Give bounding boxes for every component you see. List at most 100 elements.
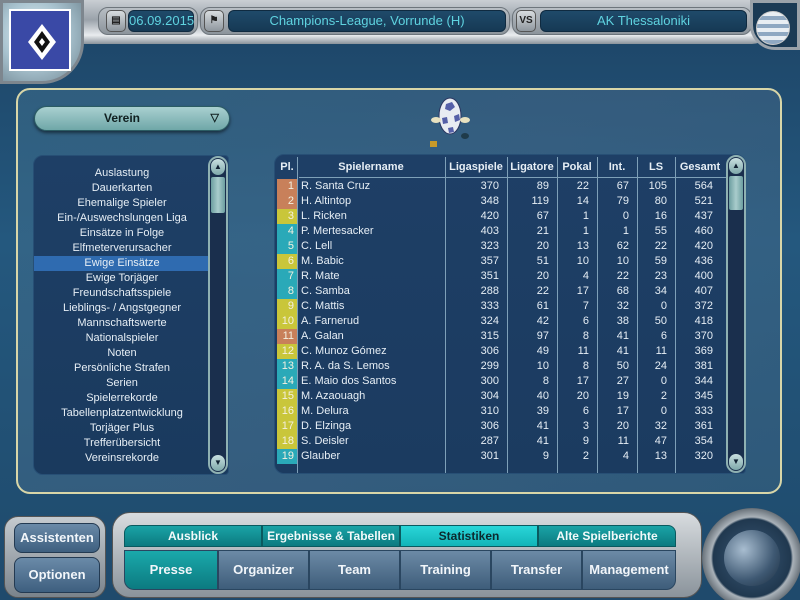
stats-list-item[interactable]: Dauerkarten bbox=[34, 181, 210, 196]
list-scrollbar[interactable]: ▲ ▼ bbox=[208, 156, 228, 474]
table-scroll-down-button[interactable]: ▼ bbox=[729, 454, 743, 470]
options-button[interactable]: Optionen bbox=[14, 557, 100, 593]
subtab-statistiken[interactable]: Statistiken bbox=[400, 525, 538, 547]
stat-cell-gesamt: 564 bbox=[694, 180, 713, 192]
stat-cell-liga: 315 bbox=[480, 330, 499, 342]
position-cell: 14 bbox=[277, 374, 297, 389]
stat-cell-ls: 80 bbox=[654, 195, 667, 207]
stats-list-item[interactable]: Ewige Torjäger bbox=[34, 271, 210, 286]
stats-list-item[interactable]: Freundschaftsspiele bbox=[34, 286, 210, 301]
subtab-alte-spielberichte[interactable]: Alte Spielberichte bbox=[538, 525, 676, 547]
header-col-name[interactable]: Spielername bbox=[297, 157, 445, 177]
stat-cell-tore: 8 bbox=[542, 375, 549, 387]
subtab-ausblick[interactable]: Ausblick bbox=[124, 525, 262, 547]
table-row[interactable]: 4 P. Mertesacker 403 21 1 1 55 460 bbox=[275, 224, 725, 239]
stats-list-item[interactable]: Vereinsrekorde bbox=[34, 451, 210, 466]
table-scrollbar[interactable]: ▲ ▼ bbox=[726, 155, 746, 473]
stat-cell-liga: 370 bbox=[480, 180, 499, 192]
table-row[interactable]: 9 C. Mattis 333 61 7 32 0 372 bbox=[275, 299, 725, 314]
table-row[interactable]: 15 M. Azaouagh 304 40 20 19 2 345 bbox=[275, 389, 725, 404]
table-row[interactable]: 14 E. Maio dos Santos 300 8 17 27 0 344 bbox=[275, 374, 725, 389]
tab-organizer[interactable]: Organizer bbox=[218, 550, 309, 590]
stat-cell-ls: 50 bbox=[654, 315, 667, 327]
club-crest-frame[interactable] bbox=[0, 0, 84, 84]
table-row[interactable]: 7 R. Mate 351 20 4 22 23 400 bbox=[275, 269, 725, 284]
position-cell: 16 bbox=[277, 404, 297, 419]
table-row[interactable]: 1 R. Santa Cruz 370 89 22 67 105 564 bbox=[275, 179, 725, 194]
scroll-up-button[interactable]: ▲ bbox=[211, 159, 225, 175]
stat-cell-gesamt: 407 bbox=[694, 285, 713, 297]
chevron-down-icon: ▽ bbox=[210, 112, 219, 124]
stats-list-item[interactable]: Ewige Einsätze bbox=[34, 256, 210, 271]
stat-cell-ls: 47 bbox=[654, 435, 667, 447]
category-dropdown[interactable]: Verein ▽ bbox=[34, 106, 230, 131]
list-scroll-thumb[interactable] bbox=[211, 177, 225, 213]
mascot-ball-icon bbox=[430, 97, 470, 147]
table-row[interactable]: 6 M. Babic 357 51 10 10 59 436 bbox=[275, 254, 725, 269]
stat-cell-liga: 403 bbox=[480, 225, 499, 237]
header-col-ligaspiele[interactable]: Ligaspiele bbox=[445, 157, 507, 177]
table-row[interactable]: 11 A. Galan 315 97 8 41 6 370 bbox=[275, 329, 725, 344]
header-col-int[interactable]: Int. bbox=[597, 157, 637, 177]
table-row[interactable]: 17 D. Elzinga 306 41 3 20 32 361 bbox=[275, 419, 725, 434]
statistics-list[interactable]: Auslastung Dauerkarten Ehemalige Spieler Ei… bbox=[33, 155, 229, 475]
stats-list-item[interactable]: Elfmeterverursacher bbox=[34, 241, 210, 256]
stats-list-item[interactable]: Lieblings- / Angstgegner bbox=[34, 301, 210, 316]
header-col-pokal[interactable]: Pokal bbox=[557, 157, 597, 177]
tab-training[interactable]: Training bbox=[400, 550, 491, 590]
soccer-ball-button[interactable] bbox=[702, 508, 800, 600]
table-row[interactable]: 3 L. Ricken 420 67 1 0 16 437 bbox=[275, 209, 725, 224]
tab-management[interactable]: Management bbox=[582, 550, 676, 590]
stat-cell-ls: 0 bbox=[660, 405, 667, 417]
stat-cell-liga: 420 bbox=[480, 210, 499, 222]
header-col-gesamt[interactable]: Gesamt bbox=[675, 157, 725, 177]
stat-cell-gesamt: 361 bbox=[694, 420, 713, 432]
stats-list-item[interactable]: Ein-/Auswechslungen Liga bbox=[34, 211, 210, 226]
stats-list-item[interactable]: Persönliche Strafen bbox=[34, 361, 210, 376]
table-row[interactable]: 19 Glauber 301 9 2 4 13 320 bbox=[275, 449, 725, 464]
player-name-cell: S. Deisler bbox=[301, 435, 349, 447]
table-scroll-thumb[interactable] bbox=[729, 176, 743, 210]
opponent-flag-frame[interactable] bbox=[750, 0, 800, 50]
header-col-ligatore[interactable]: Ligatore bbox=[507, 157, 557, 177]
stats-list-item[interactable]: Nationalspieler bbox=[34, 331, 210, 346]
table-row[interactable]: 5 C. Lell 323 20 13 62 22 420 bbox=[275, 239, 725, 254]
stat-cell-pokal: 6 bbox=[582, 405, 589, 417]
table-row[interactable]: 8 C. Samba 288 22 17 68 34 407 bbox=[275, 284, 725, 299]
tab-team[interactable]: Team bbox=[309, 550, 400, 590]
stat-cell-tore: 67 bbox=[536, 210, 549, 222]
stats-list-item[interactable]: Torjäger Plus bbox=[34, 421, 210, 436]
stat-cell-gesamt: 400 bbox=[694, 270, 713, 282]
table-row[interactable]: 2 H. Altintop 348 119 14 79 80 521 bbox=[275, 194, 725, 209]
stat-cell-pokal: 3 bbox=[582, 420, 589, 432]
tab-presse[interactable]: Presse bbox=[124, 550, 218, 590]
table-row[interactable]: 18 S. Deisler 287 41 9 11 47 354 bbox=[275, 434, 725, 449]
stat-cell-ls: 6 bbox=[660, 330, 667, 342]
stats-list-item[interactable]: Einsätze in Folge bbox=[34, 226, 210, 241]
table-row[interactable]: 12 C. Munoz Gómez 306 49 11 41 11 369 bbox=[275, 344, 725, 359]
stats-list-item[interactable]: Spielerrekorde bbox=[34, 391, 210, 406]
position-cell: 17 bbox=[277, 419, 297, 434]
stats-list-item[interactable]: Ehemalige Spieler bbox=[34, 196, 210, 211]
stat-cell-int: 17 bbox=[616, 405, 629, 417]
stats-list-item[interactable]: Mannschaftswerte bbox=[34, 316, 210, 331]
scroll-down-button[interactable]: ▼ bbox=[211, 455, 225, 471]
position-cell: 5 bbox=[277, 239, 297, 254]
table-scroll-up-button[interactable]: ▲ bbox=[729, 158, 743, 174]
subtab-ergebnisse-tabellen[interactable]: Ergebnisse & Tabellen bbox=[262, 525, 400, 547]
stats-list-item[interactable]: Serien bbox=[34, 376, 210, 391]
table-row[interactable]: 16 M. Delura 310 39 6 17 0 333 bbox=[275, 404, 725, 419]
player-name-cell: L. Ricken bbox=[301, 210, 347, 222]
stats-list-item[interactable]: Tabellenplatzentwicklung bbox=[34, 406, 210, 421]
table-row[interactable]: 13 R. A. da S. Lemos 299 10 8 50 24 381 bbox=[275, 359, 725, 374]
stat-cell-int: 19 bbox=[616, 390, 629, 402]
table-row[interactable]: 10 A. Farnerud 324 42 6 38 50 418 bbox=[275, 314, 725, 329]
assistants-button[interactable]: Assistenten bbox=[14, 523, 100, 553]
stat-cell-pokal: 11 bbox=[577, 345, 589, 357]
header-col-ls[interactable]: LS bbox=[637, 157, 675, 177]
stats-list-item[interactable]: Noten bbox=[34, 346, 210, 361]
header-col-pl[interactable]: Pl. bbox=[277, 157, 297, 177]
tab-transfer[interactable]: Transfer bbox=[491, 550, 582, 590]
stats-list-item[interactable]: Auslastung bbox=[34, 166, 210, 181]
stats-list-item[interactable]: Trefferübersicht bbox=[34, 436, 210, 451]
